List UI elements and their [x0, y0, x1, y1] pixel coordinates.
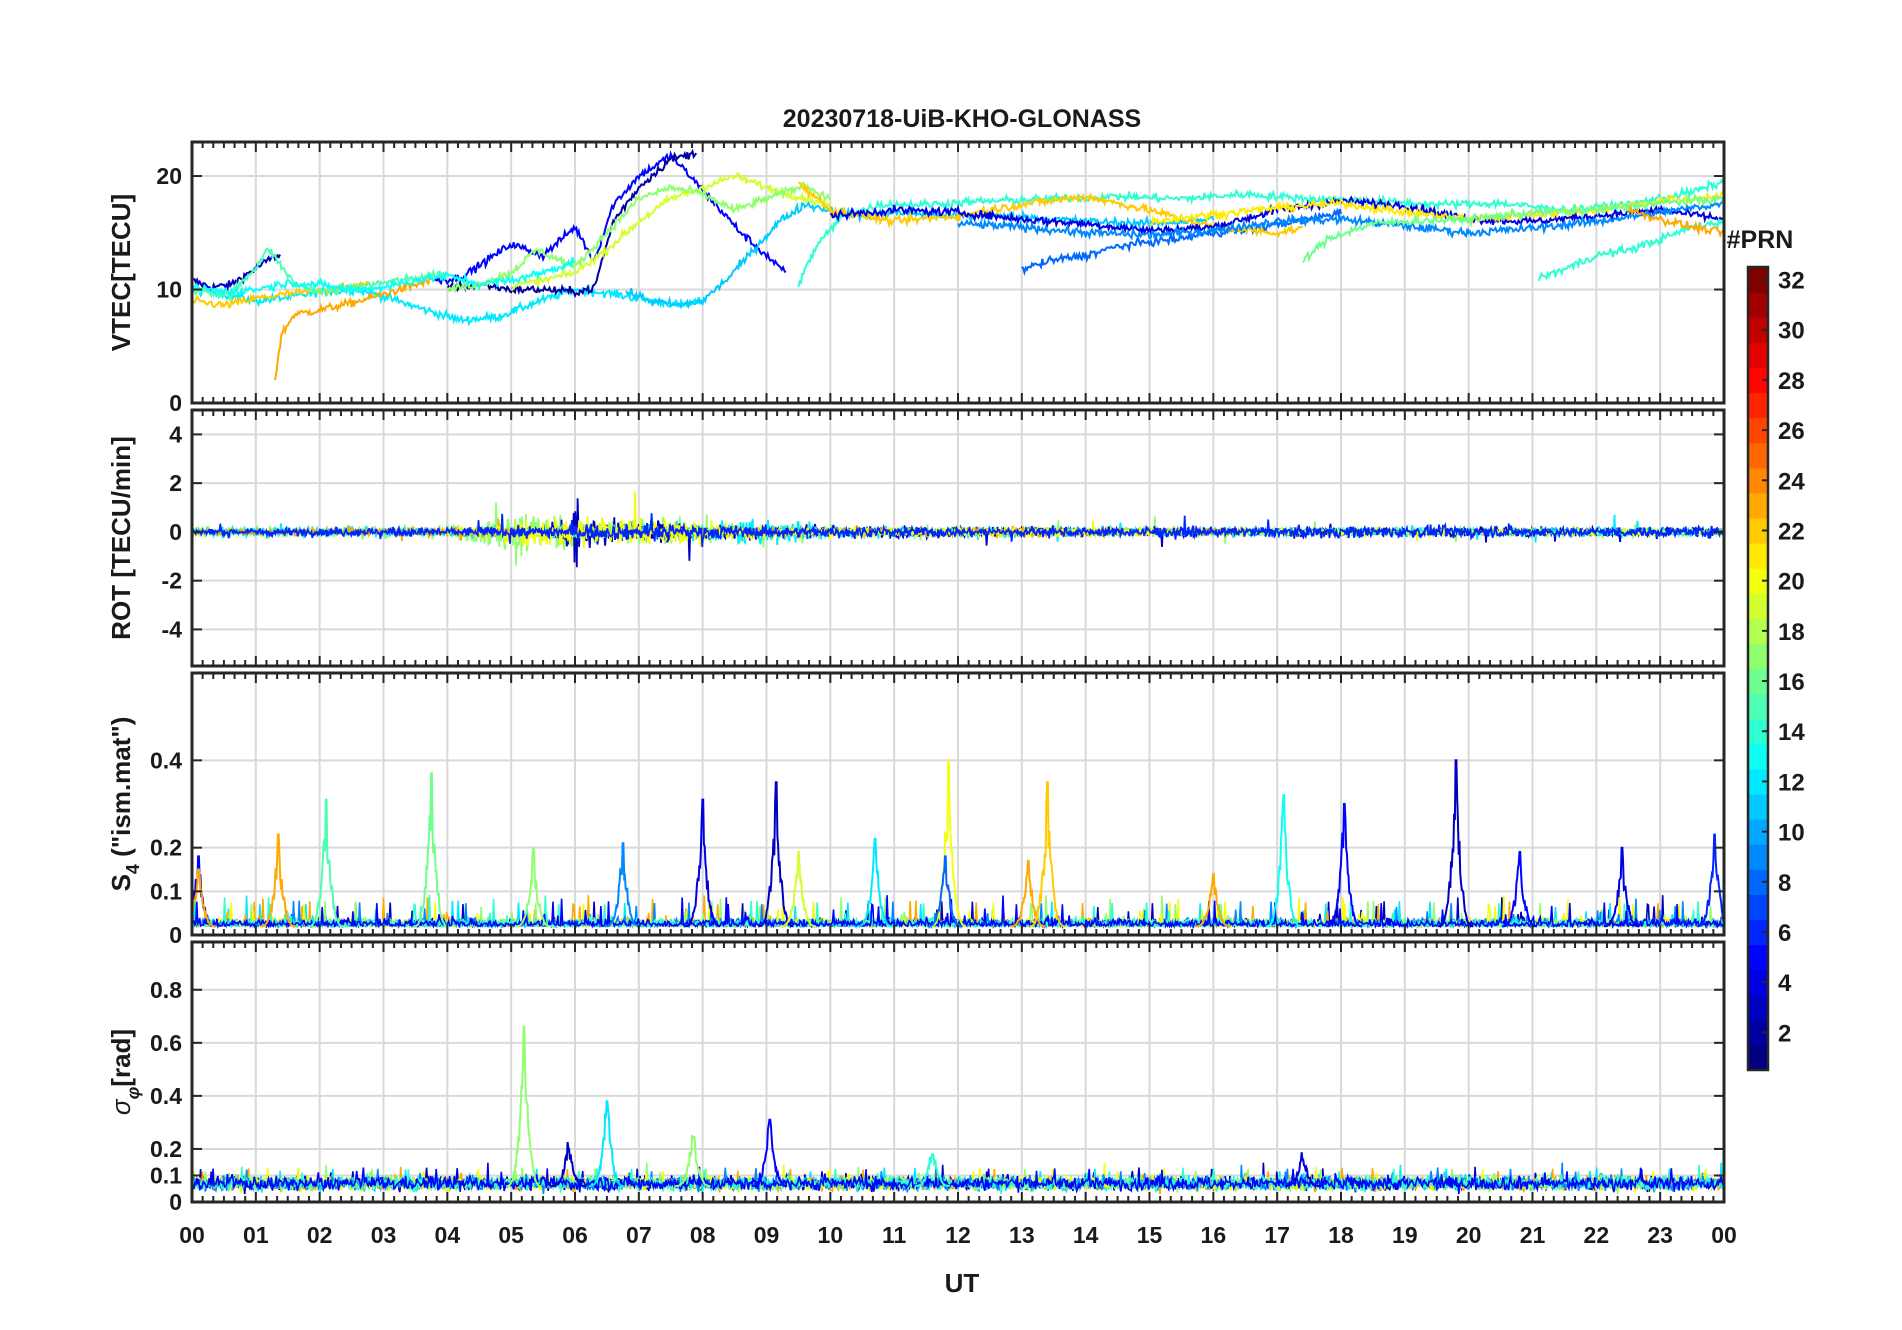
colorbar-tick-label: 32: [1778, 268, 1805, 295]
x-tick-label: 18: [1328, 1222, 1354, 1248]
panel-rot: -4 -2 0 2 4 ROT [TECU/min]: [106, 408, 1726, 668]
colorbar-segment: [1748, 643, 1768, 670]
x-axis-label: UT: [945, 1268, 980, 1298]
y-axis-label: σφ[rad]: [106, 1029, 143, 1115]
x-tick-label: 09: [754, 1222, 780, 1248]
y-tick-label: 0.8: [150, 977, 182, 1003]
y-axis-label: ROT [TECU/min]: [106, 436, 136, 640]
colorbar-tick-label: 14: [1778, 719, 1805, 746]
y-tick-label: 0.2: [150, 835, 182, 861]
colorbar-tick-label: 20: [1778, 569, 1805, 596]
x-tick-label: 17: [1264, 1222, 1290, 1248]
colorbar-segment: [1748, 492, 1768, 519]
x-tick-label: 15: [1137, 1222, 1163, 1248]
colorbar-segment: [1748, 442, 1768, 469]
x-tick-label: 13: [1009, 1222, 1035, 1248]
colorbar-tick-label: 16: [1778, 669, 1805, 696]
colorbar-tick-label: 6: [1778, 920, 1791, 947]
colorbar-tick-label: 10: [1778, 820, 1805, 847]
x-tick-label: 00: [179, 1222, 205, 1248]
s4-spike-prn-16: [413, 772, 449, 928]
panel-s4: 0 0.1 0.2 0.4 S4 ("ism.mat"): [106, 671, 1726, 948]
x-tick-label: 00: [1711, 1222, 1737, 1248]
x-tick-label: 23: [1647, 1222, 1673, 1248]
x-tick-label: 02: [307, 1222, 333, 1248]
colorbar-segment: [1748, 844, 1768, 870]
colorbar: 2468101214161820222426283032#PRN: [1727, 226, 1805, 1072]
vtec-series-prn-5: [434, 150, 787, 286]
colorbar-tick-label: 24: [1778, 468, 1805, 495]
x-tick-labels: 00 01 02 03 04 05 06 07 08 09 10 11 12 13 14 15 16 17 18 19…: [179, 1222, 1737, 1248]
y-tick-label: 0.4: [150, 747, 182, 773]
colorbar-tick-label: 30: [1778, 318, 1805, 345]
x-tick-label: 05: [498, 1222, 524, 1248]
x-tick-label: 16: [1201, 1222, 1227, 1248]
x-tick-label: 04: [435, 1222, 461, 1248]
x-tick-label: 12: [945, 1222, 971, 1248]
y-tick-label: 20: [156, 163, 182, 189]
x-tick-label: 11: [882, 1222, 907, 1248]
y-tick-label: -4: [162, 616, 183, 642]
colorbar-segment: [1748, 793, 1768, 820]
colorbar-tick-label: 8: [1778, 870, 1791, 897]
colorbar-tick-label: 28: [1778, 368, 1805, 395]
y-tick-label: 0.6: [150, 1030, 182, 1056]
series-group: [192, 759, 1724, 930]
x-tick-label: 03: [371, 1222, 397, 1248]
colorbar-segment: [1748, 693, 1768, 720]
x-tick-label: 06: [562, 1222, 588, 1248]
y-tick-label: 0.1: [150, 1162, 182, 1188]
colorbar-segment: [1748, 894, 1768, 921]
y-tick-label: 0: [169, 922, 182, 948]
x-tick-label: 20: [1456, 1222, 1482, 1248]
y-tick-label: 0.2: [150, 1136, 182, 1162]
x-tick-label: 10: [818, 1222, 844, 1248]
x-tick-label: 08: [690, 1222, 716, 1248]
colorbar-tick-label: 26: [1778, 418, 1805, 445]
colorbar-segment: [1748, 342, 1768, 368]
colorbar-tick-label: 2: [1778, 1020, 1791, 1047]
s4-spike-prn-20: [930, 759, 966, 928]
x-tick-label: 14: [1073, 1222, 1099, 1248]
x-tick-label: 01: [243, 1222, 269, 1248]
x-tick-label: 19: [1392, 1222, 1418, 1248]
y-tick-label: 0.1: [150, 878, 182, 904]
x-tick-label: 22: [1584, 1222, 1610, 1248]
y-tick-label: -2: [162, 568, 182, 594]
s4-spike-prn-9: [605, 842, 641, 928]
y-tick-label: 0.4: [150, 1083, 182, 1109]
colorbar-segment: [1748, 392, 1768, 419]
y-tick-label: 0: [169, 1189, 182, 1215]
panel-vtec: 0 10 20 VTEC[TECU]: [106, 140, 1726, 416]
panels: 01020VTEC[TECU]-4-2024ROT [TECU/min]00.1…: [106, 140, 1737, 1248]
colorbar-tick-label: 12: [1778, 769, 1805, 796]
y-tick-label: 2: [169, 470, 182, 496]
colorbar-segment: [1748, 593, 1768, 619]
colorbar-label: #PRN: [1727, 226, 1794, 254]
x-tick-label: 21: [1520, 1222, 1546, 1248]
colorbar-segment: [1748, 1044, 1768, 1071]
figure: 20230718-UiB-KHO-GLONASS 01020VTEC[TECU]…: [106, 105, 1805, 1298]
colorbar-tick-label: 22: [1778, 518, 1805, 545]
colorbar-segment: [1748, 543, 1768, 569]
y-tick-label: 10: [156, 277, 182, 303]
x-tick-label: 07: [626, 1222, 652, 1248]
colorbar-segment: [1748, 944, 1768, 971]
panel-sigma_phi: 00.10.2 0.4 0.6 0.8 σφ[rad]: [106, 940, 1726, 1215]
y-axis-label: S4 ("ism.mat"): [106, 717, 143, 892]
y-tick-label: 0: [169, 390, 182, 416]
colorbar-segment: [1748, 994, 1768, 1021]
colorbar-segment: [1748, 743, 1768, 770]
colorbar-tick-label: 4: [1778, 970, 1792, 997]
y-tick-label: 4: [169, 421, 182, 447]
chart-title: 20230718-UiB-KHO-GLONASS: [783, 105, 1141, 133]
colorbar-segment: [1748, 292, 1768, 318]
y-axis-label: VTEC[TECU]: [106, 194, 136, 351]
y-tick-label: 0: [169, 519, 182, 545]
colorbar-tick-label: 18: [1778, 619, 1805, 646]
